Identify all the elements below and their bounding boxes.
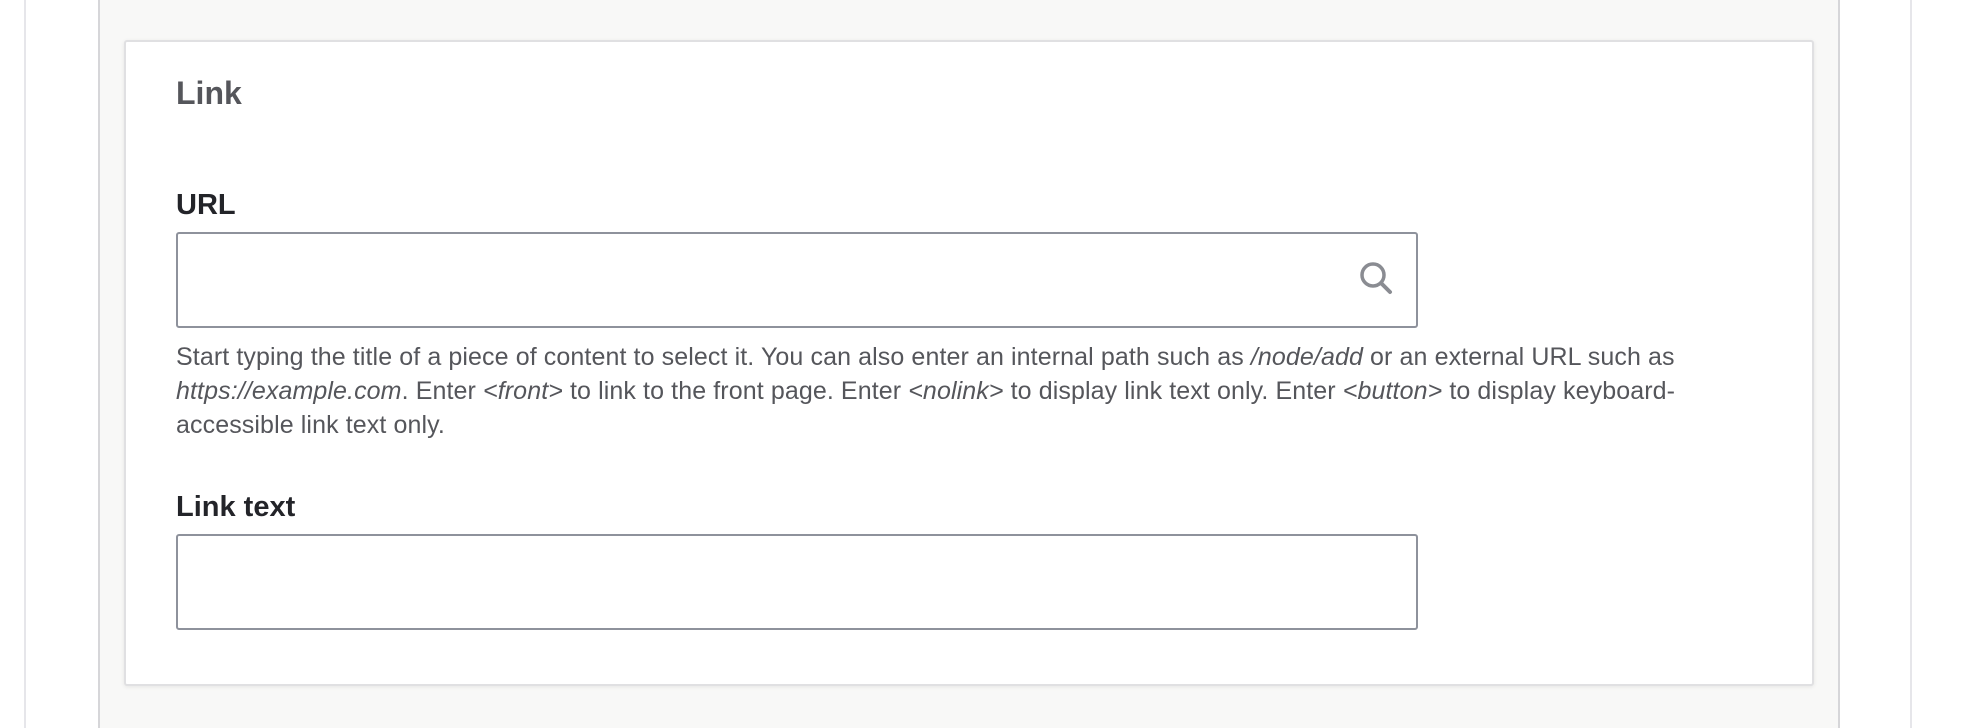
search-icon [1356,258,1396,298]
desc-text: or an external URL such as [1363,343,1675,371]
fieldset-title: Link [176,75,242,111]
desc-button-token: <button> [1342,377,1443,405]
desc-nolink-token: <nolink> [908,377,1004,405]
url-description: Start typing the title of a piece of con… [176,340,1756,442]
url-input[interactable] [176,232,1418,328]
link-fieldset: Link URL Start typing the title of a pie… [124,40,1814,686]
desc-text: Start typing the title of a piece of con… [176,343,1251,371]
desc-text: . Enter [401,377,484,405]
desc-text: to link to the front page. Enter [562,377,909,405]
desc-text: to display link text only. Enter [1003,377,1343,405]
link-text-label: Link text [176,491,296,523]
desc-url-example: https://example.com [176,377,402,405]
url-label: URL [176,189,236,221]
desc-path-example: /node/add [1250,343,1363,371]
desc-front-token: <front> [483,377,563,405]
link-text-input[interactable] [176,534,1418,630]
